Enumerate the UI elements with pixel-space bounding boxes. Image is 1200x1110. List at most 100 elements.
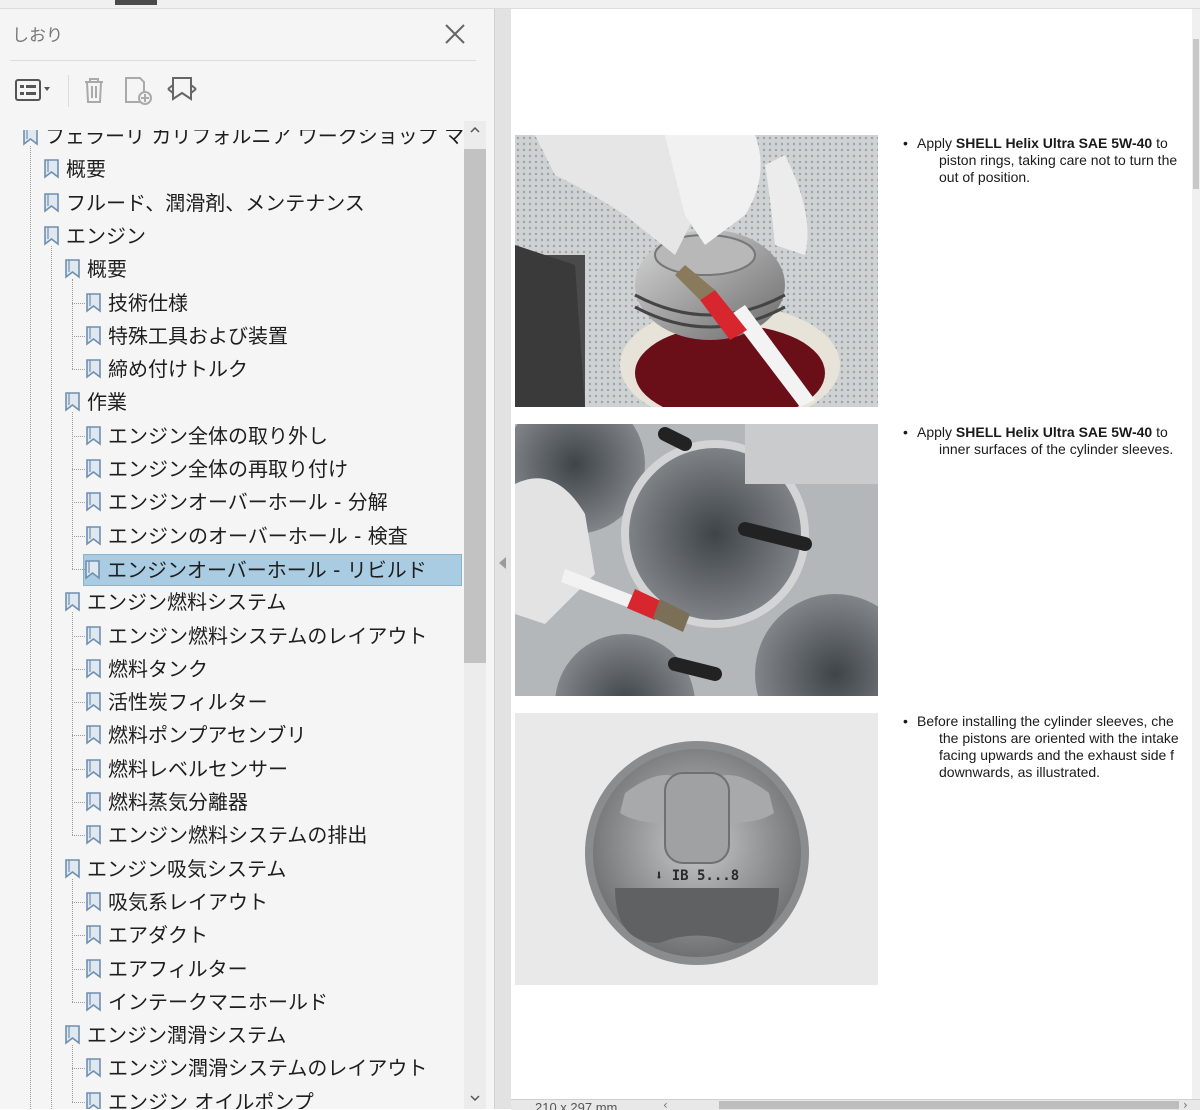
bookmark-label: 概要 (87, 257, 127, 282)
bookmark-item[interactable]: 活性炭フィルター (85, 687, 268, 717)
photo-piston-rings (515, 135, 878, 407)
bookmark-item[interactable]: エンジン (43, 221, 146, 251)
bookmark-item-selected[interactable]: エンジンオーバーホール - リビルド (83, 553, 462, 586)
bookmarks-panel: しおり フェラーリ カリフォルニア ワークショップ マニュアル概要フルード、潤滑… (0, 9, 494, 1109)
bookmark-item[interactable]: エアフィルター (85, 954, 248, 984)
bookmark-item[interactable]: 締め付けトルク (85, 354, 248, 384)
bookmark-label: エンジン吸気システム (87, 856, 287, 881)
bookmark-item[interactable]: 概要 (43, 154, 106, 184)
tree-guide (72, 302, 85, 304)
bookmark-item[interactable]: 燃料ポンプアセンブリ (85, 720, 306, 750)
bookmark-icon (86, 658, 101, 679)
bookmark-icon (86, 459, 101, 479)
bookmark-icon (86, 925, 101, 945)
tree-guide (72, 335, 85, 337)
bookmark-item[interactable]: 概要 (64, 254, 127, 284)
new-bookmark-button[interactable] (120, 73, 156, 107)
bookmark-item[interactable]: フルード、潤滑剤、メンテナンス (43, 188, 365, 218)
tree-guide (72, 968, 85, 970)
tree-guide (72, 502, 85, 504)
window-top-strip (0, 0, 1200, 9)
bookmark-item[interactable]: エンジン全体の再取り付け (85, 454, 348, 484)
expand-bookmark-button[interactable] (164, 73, 200, 107)
instruction-item-2: • Apply SHELL Helix Ultra SAE 5W-40 to i… (903, 424, 1174, 457)
bookmark-item[interactable]: 吸気系レイアウト (85, 887, 268, 917)
trash-icon (85, 78, 103, 103)
bookmark-item[interactable]: エンジン燃料システム (64, 587, 286, 617)
bookmark-item[interactable]: 作業 (64, 387, 127, 417)
bookmark-icon (65, 1025, 80, 1045)
bookmark-icon (86, 825, 101, 845)
collapse-arrow-icon[interactable] (499, 557, 506, 569)
options-menu-button[interactable] (12, 73, 56, 107)
bookmark-icon (86, 525, 101, 546)
bookmark-item[interactable]: エンジン オイルポンプ (85, 1087, 314, 1109)
scroll-right-icon[interactable]: › (1183, 1100, 1188, 1110)
bookmark-label: インテークマニホールド (108, 989, 328, 1014)
bookmark-item[interactable]: 燃料蒸気分離器 (85, 787, 248, 817)
bookmark-icon (85, 560, 100, 580)
bookmark-label: エンジン オイルポンプ (108, 1089, 314, 1109)
bookmark-item[interactable]: 特殊工具および装置 (85, 321, 288, 351)
bookmark-icon (86, 425, 101, 446)
tree-guide (72, 735, 85, 737)
tree-guide (72, 435, 85, 437)
bookmark-item[interactable]: エンジンオーバーホール - 分解 (85, 487, 388, 517)
tree-guide (72, 935, 85, 937)
horizontal-scroll-thumb[interactable] (719, 1101, 1179, 1109)
instruction-item-1: • Apply SHELL Helix Ultra SAE 5W-40 to p… (903, 135, 1178, 185)
tree-guide (72, 568, 85, 570)
bookmark-label: 活性炭フィルター (108, 690, 268, 715)
tree-scroll-thumb[interactable] (464, 149, 486, 663)
bookmark-icon (86, 725, 101, 746)
panel-splitter[interactable] (494, 9, 512, 1109)
bookmark-item[interactable]: 燃料レベルセンサー (85, 754, 288, 784)
bookmark-label: エンジンのオーバーホール - 検査 (108, 523, 408, 548)
close-icon (445, 24, 465, 44)
tree-guide (72, 1045, 73, 1102)
bookmark-label: エンジン燃料システム (87, 590, 287, 615)
bookmark-label: 燃料タンク (108, 656, 208, 681)
bookmark-item[interactable]: フェラーリ カリフォルニア ワークショップ マニュアル (22, 130, 463, 151)
bookmark-item[interactable]: エンジン全体の取り外し (85, 421, 328, 451)
tree-guide (72, 535, 85, 537)
bookmark-label: エンジン全体の再取り付け (108, 457, 348, 481)
bookmark-icon (86, 991, 101, 1012)
document-scroll-thumb[interactable] (1193, 39, 1199, 189)
bookmark-icon (86, 325, 101, 346)
status-bar: 210 x 297 mm ‹ › (511, 1099, 1200, 1110)
list-options-icon (15, 79, 50, 101)
document-scrollbar[interactable] (1192, 9, 1200, 1099)
tree-guide (72, 1001, 85, 1003)
tree-scrollbar[interactable] (464, 121, 486, 1109)
delete-bookmark-button[interactable] (78, 73, 110, 107)
tree-guide (72, 412, 73, 569)
close-panel-button[interactable] (440, 19, 470, 49)
bookmark-item[interactable]: エンジン吸気システム (64, 854, 286, 884)
bookmark-label: エアダクト (108, 923, 208, 948)
tree-guide (72, 835, 85, 837)
bookmark-item[interactable]: エンジン潤滑システム (64, 1020, 286, 1050)
scroll-up-icon[interactable] (469, 125, 481, 135)
bookmark-item[interactable]: エンジン燃料システムのレイアウト (85, 621, 427, 651)
bookmark-label: フルード、潤滑剤、メンテナンス (66, 190, 365, 215)
scroll-left-icon[interactable]: ‹ (663, 1100, 668, 1110)
add-bookmark-icon (125, 77, 152, 105)
bookmark-item[interactable]: エンジン燃料システムの排出 (85, 820, 367, 850)
bookmark-icon (44, 159, 59, 179)
bookmark-item[interactable]: 技術仕様 (85, 288, 188, 318)
tree-guide (72, 901, 85, 903)
bookmark-label: 燃料蒸気分離器 (108, 790, 248, 814)
bookmark-item[interactable]: 燃料タンク (85, 654, 208, 684)
photo-piston-crown: ⬇ IB 5...8 (515, 713, 878, 985)
bookmark-item[interactable]: インテークマニホールド (85, 987, 328, 1017)
bookmark-label: エンジンオーバーホール - リビルド (107, 557, 427, 582)
scroll-down-icon[interactable] (469, 1093, 481, 1103)
bookmark-icon (86, 958, 101, 979)
bookmark-item[interactable]: エンジンのオーバーホール - 検査 (85, 521, 408, 551)
bookmark-label: フェラーリ カリフォルニア ワークショップ マニュアル (45, 130, 463, 148)
bookmark-item[interactable]: エンジン潤滑システムのレイアウト (85, 1053, 427, 1083)
bookmark-item[interactable]: エアダクト (85, 920, 208, 950)
bookmark-expand-icon (167, 77, 197, 101)
tree-guide (51, 245, 52, 1109)
